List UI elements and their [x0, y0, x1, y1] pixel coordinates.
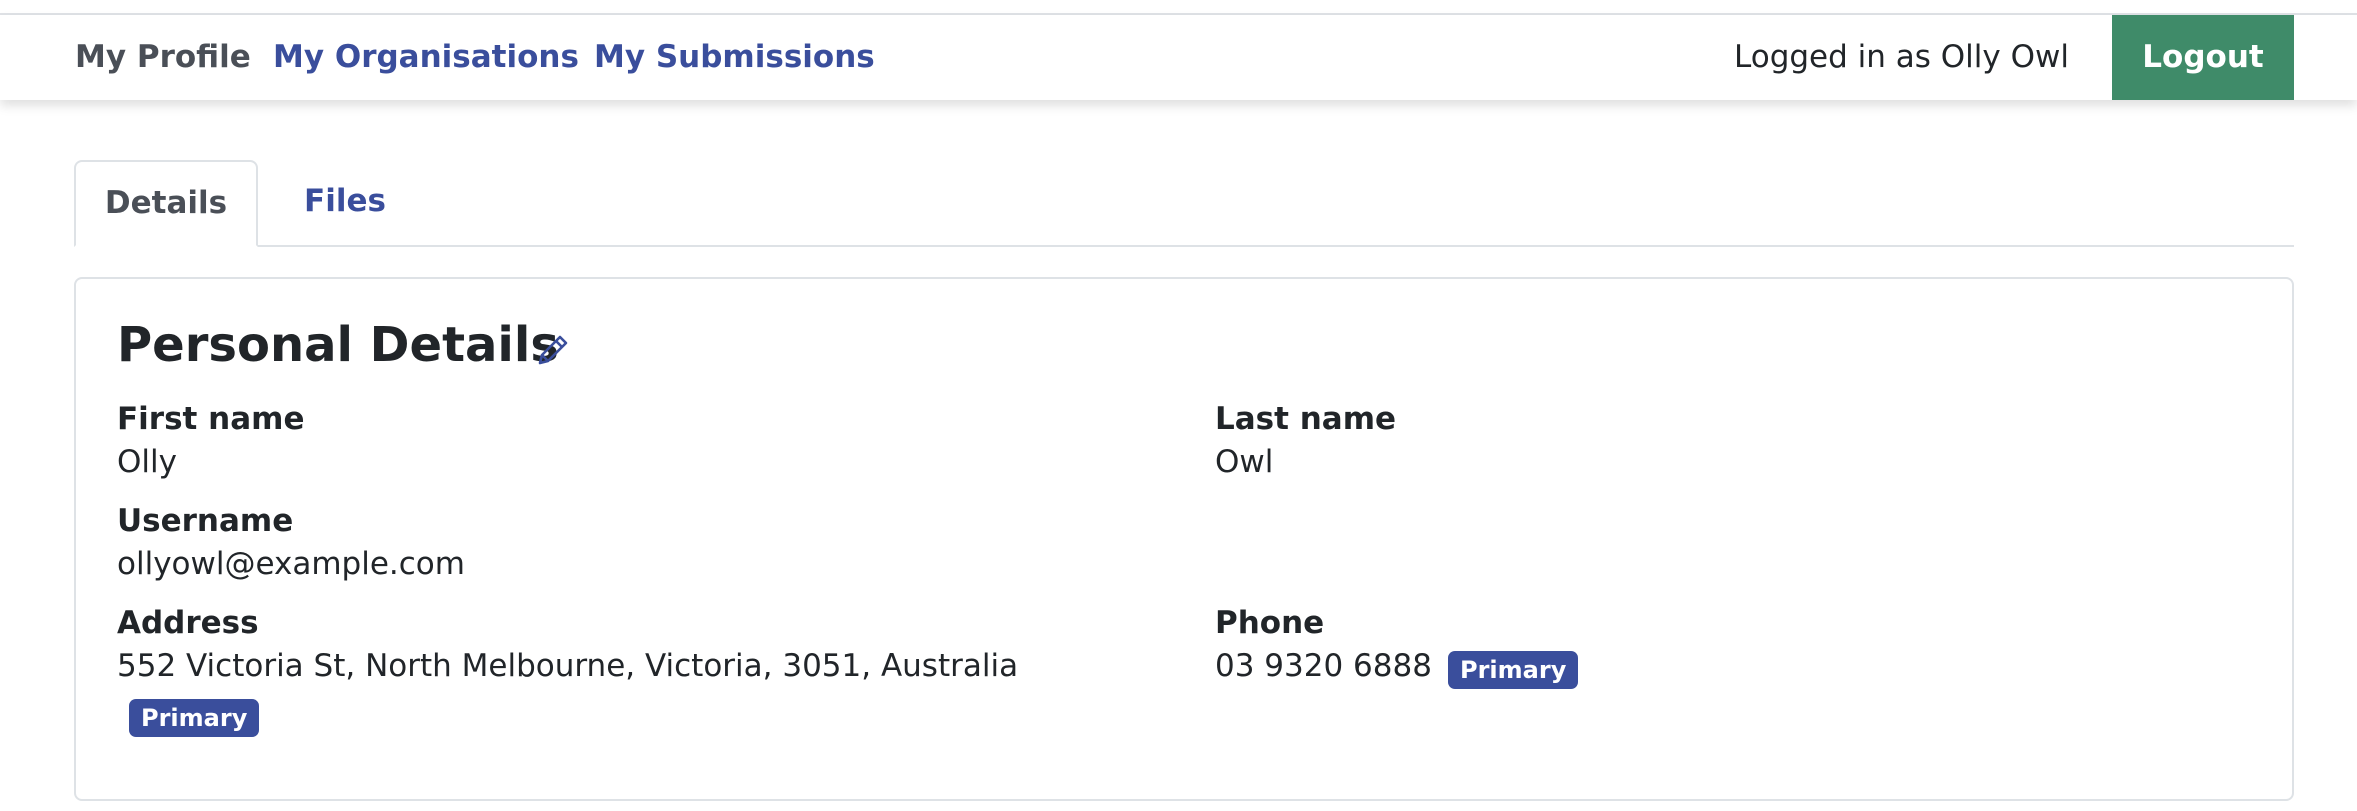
nav-my-organisations[interactable]: My Organisations [273, 15, 579, 100]
top-navbar: My Profile My Organisations My Submissio… [0, 15, 2357, 100]
phone-primary-badge: Primary [1448, 651, 1579, 689]
last-name-label: Last name [1215, 401, 1397, 437]
last-name-value: Owl [1215, 444, 1274, 480]
nav-my-profile[interactable]: My Profile [75, 15, 251, 100]
tab-files[interactable]: Files [290, 160, 400, 243]
logout-button[interactable]: Logout [2112, 15, 2294, 100]
nav-my-submissions[interactable]: My Submissions [594, 15, 875, 100]
username-value: ollyowl@example.com [117, 546, 465, 582]
first-name-value: Olly [117, 444, 177, 480]
first-name-label: First name [117, 401, 305, 437]
username-label: Username [117, 503, 294, 539]
card-title: Personal Details [117, 317, 559, 373]
address-value: 552 Victoria St, North Melbourne, Victor… [117, 648, 1019, 684]
phone-value: 03 9320 6888 [1215, 648, 1432, 684]
tab-details[interactable]: Details [74, 160, 258, 247]
personal-details-card: Personal Details First name Olly Last na… [74, 277, 2294, 801]
phone-label: Phone [1215, 605, 1325, 641]
address-label: Address [117, 605, 259, 641]
logged-in-status: Logged in as Olly Owl [1734, 39, 2069, 75]
pencil-icon[interactable] [532, 329, 574, 371]
address-primary-badge: Primary [129, 699, 260, 737]
profile-tabs: Details Files [74, 160, 2294, 247]
